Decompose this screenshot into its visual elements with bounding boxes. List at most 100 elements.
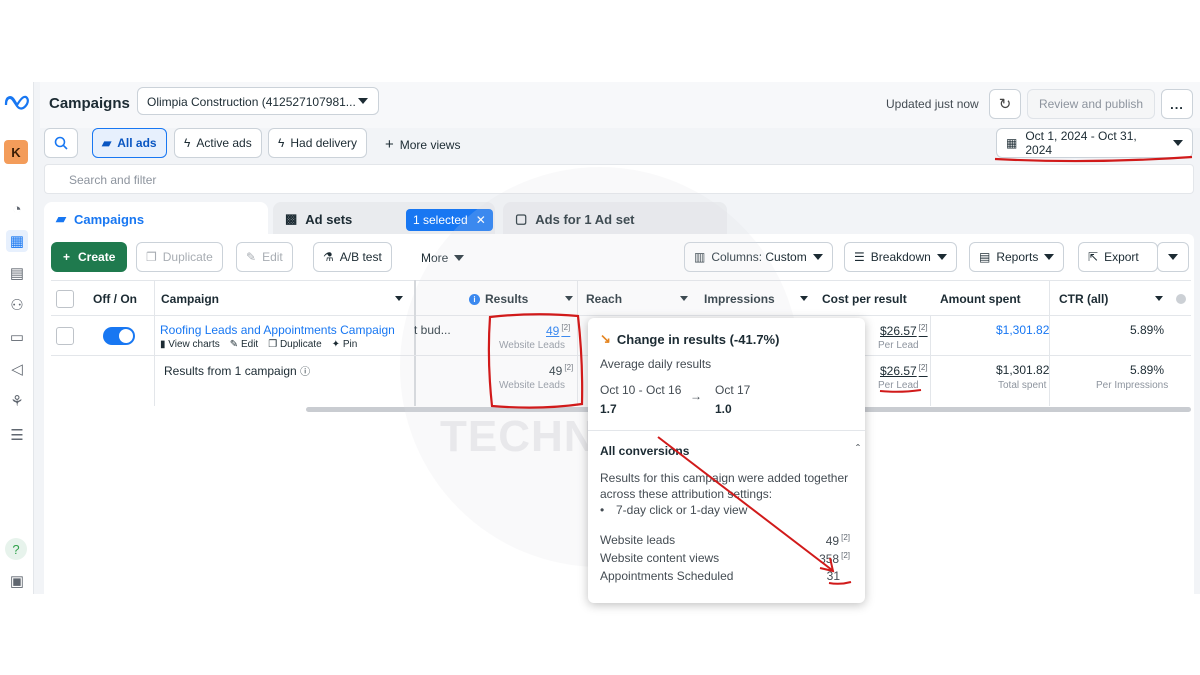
period-b: Oct 17 (715, 383, 751, 397)
summary-spent-sub: Total spent (998, 380, 1047, 391)
duplicate-button[interactable]: ❐ Duplicate (136, 242, 223, 272)
chevron-down-icon (358, 98, 368, 104)
pages-icon[interactable]: ▤ (6, 262, 28, 284)
had-delivery-button[interactable]: ϟ Had delivery (268, 128, 368, 158)
more-views-button[interactable]: + More views (385, 136, 460, 153)
active-ads-button[interactable]: ϟ Active ads (174, 128, 262, 158)
chevron-down-icon (565, 296, 573, 301)
col-ctr-label: CTR (all) (1059, 292, 1109, 306)
breakdown-button[interactable]: ☰ Breakdown (844, 242, 957, 272)
megaphone-icon[interactable]: ◁ (6, 358, 28, 380)
columns-icon: ▥ (694, 250, 706, 264)
col-results[interactable]: i Results (469, 281, 581, 317)
duplicate-icon: ❐ (146, 250, 157, 264)
tab-campaigns[interactable]: ▰ Campaigns (44, 202, 268, 236)
spent-value[interactable]: $1,301.82 (996, 323, 1049, 337)
columns-button[interactable]: ▥ Columns: Custom (684, 242, 833, 272)
col-results-label: Results (485, 292, 529, 306)
billing-card-icon[interactable]: ▭ (6, 326, 28, 348)
avg-label: Average daily results (600, 357, 712, 371)
more-button[interactable]: More (421, 251, 465, 265)
chevron-down-icon (1168, 254, 1178, 260)
calendar-icon: ▦ (1006, 136, 1018, 150)
col-cost-per-result[interactable]: Cost per result (822, 281, 934, 317)
dashboard-gauge-icon[interactable]: ◔ (6, 198, 28, 220)
select-all-checkbox[interactable] (56, 290, 74, 308)
export-button[interactable]: ⇱ Export (1078, 242, 1158, 272)
menu-hamburger-icon[interactable]: ☰ (6, 424, 28, 446)
all-ads-button[interactable]: ▰ All ads (92, 128, 167, 158)
search-button[interactable] (44, 128, 78, 158)
campaign-toggle[interactable] (103, 327, 135, 345)
create-button[interactable]: + Create (51, 242, 128, 272)
feedback-icon[interactable]: ▣ (6, 570, 28, 592)
business-tools-icon[interactable]: ⚘ (6, 390, 28, 412)
close-icon[interactable]: ✕ (476, 213, 486, 227)
flask-icon: ⚗ (323, 250, 334, 264)
edit-action[interactable]: ✎ Edit (230, 339, 258, 350)
review-publish-button[interactable]: Review and publish (1027, 89, 1155, 119)
summary-ctr: 5.89% (1130, 363, 1165, 377)
footnote-marker: [2] (841, 533, 850, 542)
conversion-label: Appointments Scheduled (600, 569, 734, 583)
col-campaign[interactable]: Campaign (161, 281, 411, 317)
conversion-label: Website leads (600, 533, 676, 547)
conversion-row: Website leads 49 [2] (600, 533, 850, 548)
audiences-icon[interactable]: ⚇ (6, 294, 28, 316)
col-off-on[interactable]: Off / On (93, 281, 153, 317)
summary-cost[interactable]: $26.57 [2] (880, 363, 928, 378)
top-header: Campaigns Olimpia Construction (41252710… (40, 82, 1200, 128)
summary-cost-sub: Per Lead (878, 380, 919, 391)
cost-value[interactable]: $26.57 [2] (880, 323, 928, 338)
chevron-up-icon[interactable]: ˆ (856, 442, 860, 456)
summary-label-text: Results from 1 campaign (164, 364, 297, 378)
conversion-value: 49 [2] (826, 533, 850, 548)
conversion-value: 358 [2] (819, 551, 850, 566)
info-icon[interactable]: ⓘ (300, 367, 310, 378)
search-filter-input[interactable]: Search and filter (44, 164, 1194, 194)
refresh-icon: ↻ (998, 96, 1012, 113)
edit-button[interactable]: ✎ Edit (236, 242, 293, 272)
help-icon[interactable]: ? (5, 538, 27, 560)
more-options-button[interactable]: ... (1161, 89, 1193, 119)
selected-pill[interactable]: 1 selected ✕ (406, 209, 493, 231)
account-avatar[interactable]: K (4, 140, 28, 164)
popover-title: ↘ Change in results (-41.7%) (600, 331, 779, 347)
column-settings-icon[interactable] (1176, 294, 1186, 304)
chevron-down-icon (395, 296, 403, 301)
col-ctr[interactable]: CTR (all) (1059, 281, 1171, 317)
view-charts-action[interactable]: ▮ View charts (160, 339, 220, 350)
col-impressions[interactable]: Impressions (704, 281, 816, 317)
campaigns-table-icon[interactable]: ▦ (6, 230, 28, 252)
divider (930, 316, 931, 406)
col-reach[interactable]: Reach (586, 281, 696, 317)
col-cost-label: Cost per result (822, 292, 907, 306)
reports-label: Reports (996, 250, 1039, 264)
pin-action[interactable]: ✦ Pin (332, 339, 358, 350)
campaign-name-link[interactable]: Roofing Leads and Appointments Campaign (160, 323, 395, 337)
footnote-marker: [2] (918, 323, 928, 332)
export-options-button[interactable] (1157, 242, 1189, 272)
pencil-icon: ✎ (246, 250, 257, 264)
refresh-button[interactable]: ↻ (989, 89, 1021, 119)
date-range-picker[interactable]: ▦ Oct 1, 2024 - Oct 31, 2024 (996, 128, 1193, 158)
view-charts-label: View charts (168, 339, 220, 350)
results-value[interactable]: 49 [2] (546, 323, 570, 338)
edit-action-label: Edit (240, 339, 259, 350)
summary-ctr-sub: Per Impressions (1096, 380, 1169, 391)
ab-test-label: A/B test (339, 250, 382, 264)
left-nav-rail: K ◔ ▦ ▤ ⚇ ▭ ◁ ⚘ ☰ ? ▣ (0, 82, 34, 594)
conversion-row: Appointments Scheduled 31 (600, 569, 850, 583)
col-campaign-label: Campaign (161, 292, 220, 306)
row-checkbox[interactable] (56, 327, 74, 345)
reports-button[interactable]: ▤ Reports (969, 242, 1065, 272)
tab-ads[interactable]: ▢ Ads for 1 Ad set (503, 202, 727, 236)
conversion-number: 31 (826, 569, 840, 583)
account-selector[interactable]: Olimpia Construction (412527107981... (137, 87, 379, 115)
create-label: Create (78, 250, 116, 264)
col-amount-spent[interactable]: Amount spent (940, 281, 1052, 317)
lightning-icon: ϟ (184, 136, 191, 150)
ab-test-button[interactable]: ⚗ A/B test (313, 242, 392, 272)
duplicate-action-label: Duplicate (279, 339, 322, 350)
duplicate-action[interactable]: ❐ Duplicate (268, 339, 321, 350)
